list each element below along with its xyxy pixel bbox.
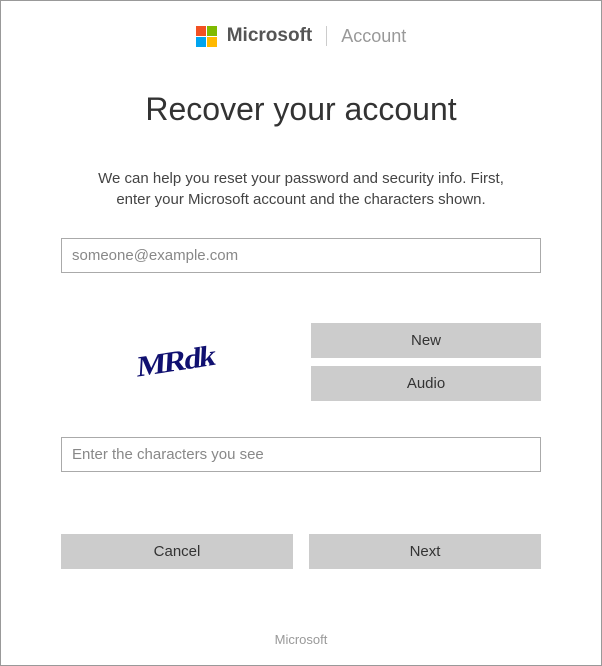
next-button[interactable]: Next <box>309 534 541 569</box>
captcha-section: MRdk New Audio <box>61 323 541 401</box>
microsoft-logo-icon <box>196 26 217 47</box>
brand-text: Microsoft <box>227 25 313 47</box>
captcha-new-button[interactable]: New <box>311 323 541 358</box>
cancel-button[interactable]: Cancel <box>61 534 293 569</box>
captcha-controls: New Audio <box>311 323 541 401</box>
captcha-text: MRdk <box>137 339 216 384</box>
page-description: We can help you reset your password and … <box>61 168 541 210</box>
account-input[interactable] <box>61 238 541 273</box>
captcha-image: MRdk <box>61 327 291 397</box>
captcha-input[interactable] <box>61 437 541 472</box>
captcha-audio-button[interactable]: Audio <box>311 366 541 401</box>
section-text: Account <box>341 26 406 47</box>
header-divider <box>326 26 327 46</box>
page-title: Recover your account <box>61 91 541 128</box>
main-content: Recover your account We can help you res… <box>1 55 601 569</box>
header: Microsoft Account <box>1 1 601 55</box>
footer-text: Microsoft <box>1 632 601 647</box>
action-buttons: Cancel Next <box>61 534 541 569</box>
